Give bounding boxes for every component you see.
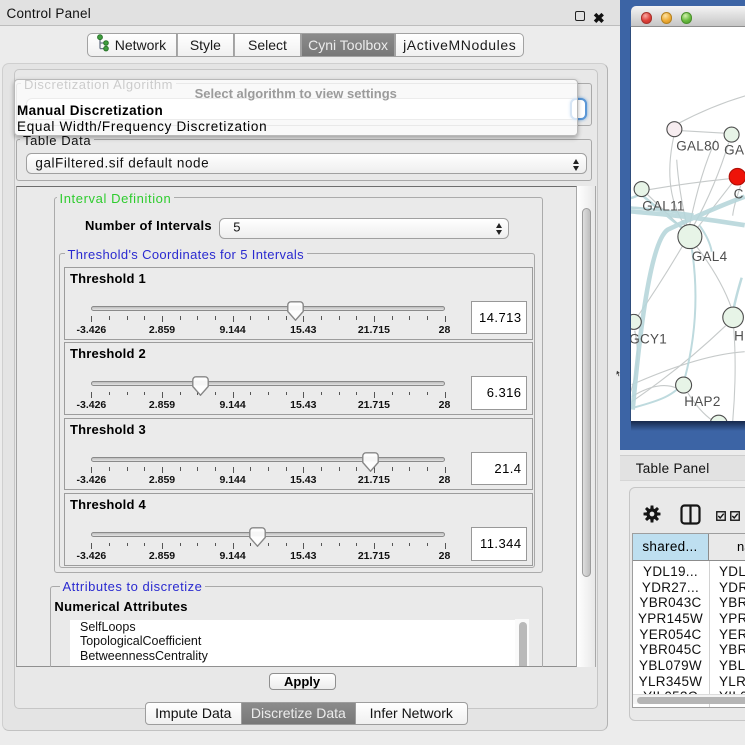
svg-text:GAL11: GAL11 xyxy=(642,199,684,214)
svg-text:GAL4: GAL4 xyxy=(692,249,728,264)
svg-text:GA: GA xyxy=(724,143,744,158)
svg-text:H: H xyxy=(734,329,744,344)
svg-text:GAL80: GAL80 xyxy=(676,139,719,154)
svg-text:C: C xyxy=(734,187,744,202)
svg-text:HAP2: HAP2 xyxy=(684,394,720,409)
svg-text:GCY1: GCY1 xyxy=(631,332,667,347)
